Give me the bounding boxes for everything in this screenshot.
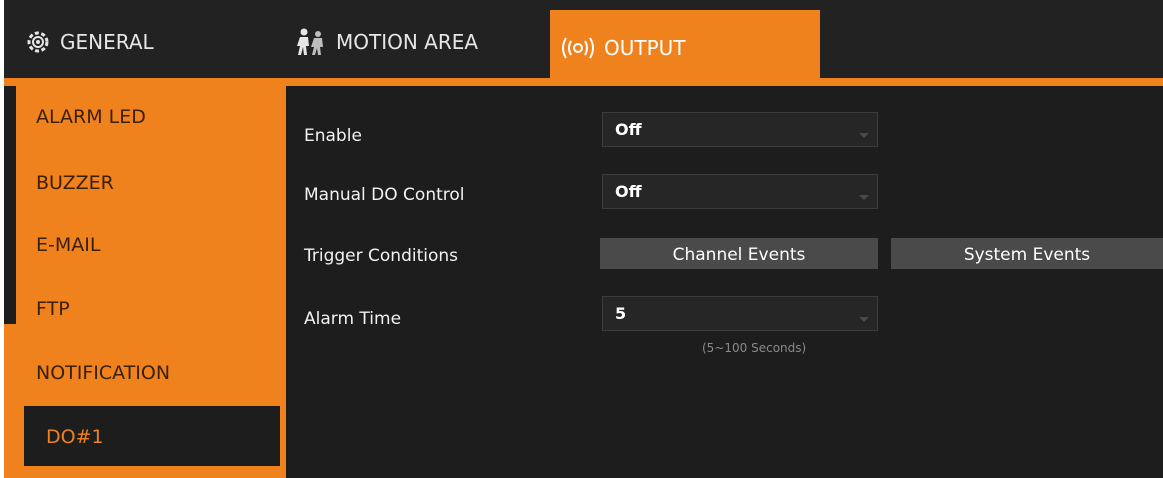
- tab-bar: GENERAL MOTION AREA OUTPUT: [4, 0, 1163, 80]
- sidebar-item-alarm-led[interactable]: ALARM LED: [36, 106, 146, 128]
- manual-do-label: Manual DO Control: [304, 185, 465, 205]
- system-events-button[interactable]: System Events: [891, 238, 1163, 269]
- trigger-conditions-label: Trigger Conditions: [304, 246, 459, 266]
- sidebar-item-buzzer[interactable]: BUZZER: [36, 172, 114, 194]
- signal-icon: [560, 36, 596, 60]
- tab-output[interactable]: OUTPUT: [550, 10, 820, 80]
- sidebar: ALARM LED BUZZER E-MAIL FTP NOTIFICATION…: [4, 84, 286, 478]
- manual-do-select[interactable]: Off: [602, 174, 878, 209]
- enable-label: Enable: [304, 126, 362, 146]
- chevron-down-icon: [859, 195, 869, 200]
- channel-events-button[interactable]: Channel Events: [600, 238, 878, 269]
- chevron-down-icon: [859, 133, 869, 138]
- sidebar-item-email[interactable]: E-MAIL: [36, 234, 100, 256]
- gear-icon: [24, 28, 52, 56]
- app-window: GENERAL MOTION AREA OUTPUT ALARM LED BUZ…: [4, 0, 1163, 478]
- alarm-time-select-value: 5: [615, 304, 627, 323]
- sidebar-item-do1[interactable]: DO#1: [46, 426, 104, 448]
- sidebar-item-notification[interactable]: NOTIFICATION: [36, 362, 170, 384]
- enable-select[interactable]: Off: [602, 112, 878, 147]
- tab-output-label: OUTPUT: [604, 36, 686, 60]
- alarm-time-label: Alarm Time: [304, 309, 402, 329]
- chevron-down-icon: [859, 317, 869, 322]
- tab-general[interactable]: GENERAL: [24, 10, 154, 74]
- alarm-time-select[interactable]: 5: [602, 296, 878, 331]
- manual-do-select-value: Off: [615, 182, 642, 201]
- enable-select-value: Off: [615, 120, 642, 139]
- tab-motion-area[interactable]: MOTION AREA: [294, 10, 478, 74]
- alarm-time-range-hint: (5~100 Seconds): [702, 341, 807, 355]
- sidebar-item-ftp[interactable]: FTP: [36, 298, 70, 320]
- tab-general-label: GENERAL: [60, 30, 154, 54]
- people-icon: [294, 27, 328, 57]
- tab-motion-area-label: MOTION AREA: [336, 30, 479, 54]
